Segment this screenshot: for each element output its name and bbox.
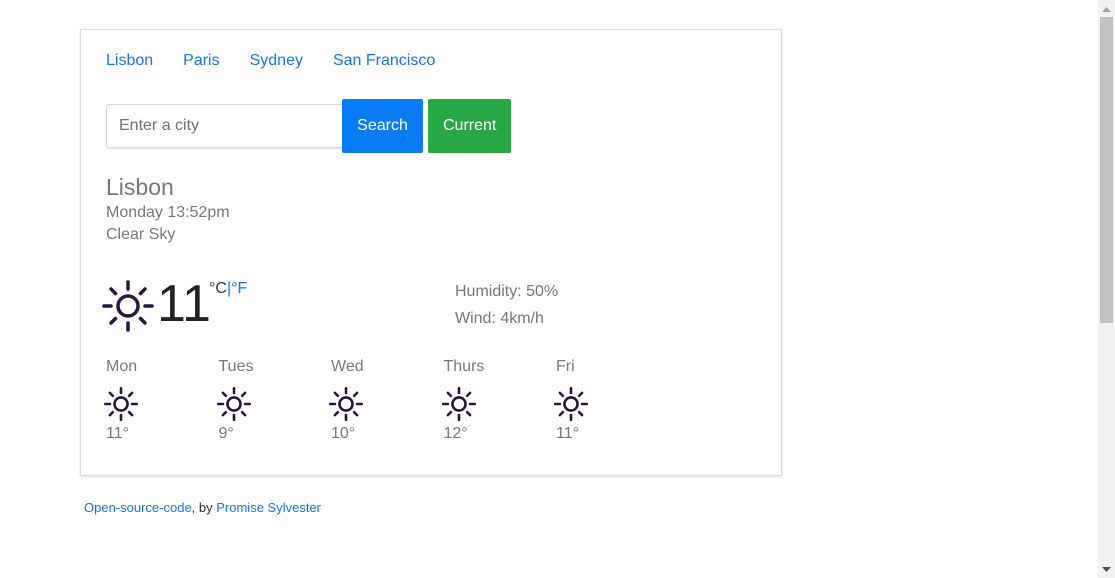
date-time: Monday 13:52pm: [106, 204, 230, 221]
forecast-day: Tues 9°: [216, 358, 332, 443]
fahrenheit-link[interactable]: °F: [231, 280, 247, 297]
weather-app-page: Lisbon Paris Sydney San Francisco Search…: [0, 0, 1115, 578]
city-link-san-francisco[interactable]: San Francisco: [333, 52, 435, 70]
scroll-up-arrow-icon[interactable]: [1098, 0, 1115, 17]
celsius-unit[interactable]: °C: [209, 280, 227, 297]
unit-toggle: °C|°F: [209, 280, 247, 298]
forecast-day-label: Wed: [331, 358, 364, 375]
forecast-temperature: 10°: [331, 425, 356, 442]
footer-by-text: , by: [191, 500, 217, 515]
author-link[interactable]: Promise Sylvester: [216, 500, 321, 515]
forecast-temperature: 9°: [218, 425, 234, 442]
forecast: Mon 11° Tues 9° Wed 10° Thurs 12° Fri 11…: [104, 358, 669, 443]
forecast-day-label: Tues: [218, 358, 254, 375]
sun-icon: [554, 387, 588, 421]
weather-card: Lisbon Paris Sydney San Francisco Search…: [80, 29, 782, 476]
city-name: Lisbon: [106, 174, 174, 200]
scroll-down-arrow-icon[interactable]: [1098, 561, 1115, 578]
city-links: Lisbon Paris Sydney San Francisco: [106, 52, 435, 70]
city-search-input[interactable]: [106, 104, 342, 148]
sun-icon: [441, 387, 476, 421]
forecast-day-label: Fri: [556, 358, 575, 375]
forecast-temperature: 12°: [443, 425, 468, 442]
forecast-day-label: Mon: [106, 358, 138, 375]
footer: Open-source-code, by Promise Sylvester: [84, 500, 321, 515]
weather-condition: Clear Sky: [106, 226, 176, 243]
sun-icon: [329, 387, 363, 421]
forecast-day: Fri 11°: [554, 358, 669, 443]
city-link-sydney[interactable]: Sydney: [250, 52, 303, 70]
city-link-paris[interactable]: Paris: [183, 52, 219, 70]
open-source-code-link[interactable]: Open-source-code: [84, 500, 192, 515]
scrollbar-thumb[interactable]: [1100, 17, 1113, 323]
forecast-temperature: 11°: [556, 425, 580, 442]
vertical-scrollbar[interactable]: [1098, 0, 1115, 578]
search-form: Search Current: [106, 99, 511, 153]
forecast-day: Wed 10°: [329, 358, 444, 443]
search-button[interactable]: Search: [342, 99, 423, 153]
city-link-lisbon[interactable]: Lisbon: [106, 52, 153, 70]
humidity: Humidity: 50%: [455, 283, 559, 300]
forecast-temperature: 11°: [106, 425, 130, 442]
forecast-day-label: Thurs: [443, 358, 485, 375]
current-temperature: 11: [157, 275, 211, 333]
current-location-button[interactable]: Current: [428, 99, 511, 153]
sun-icon: [102, 280, 154, 332]
sun-icon: [104, 387, 138, 421]
forecast-day: Thurs 12°: [441, 358, 557, 443]
wind: Wind: 4km/h: [455, 310, 544, 327]
sun-icon: [216, 387, 251, 421]
forecast-day: Mon 11°: [104, 358, 219, 443]
